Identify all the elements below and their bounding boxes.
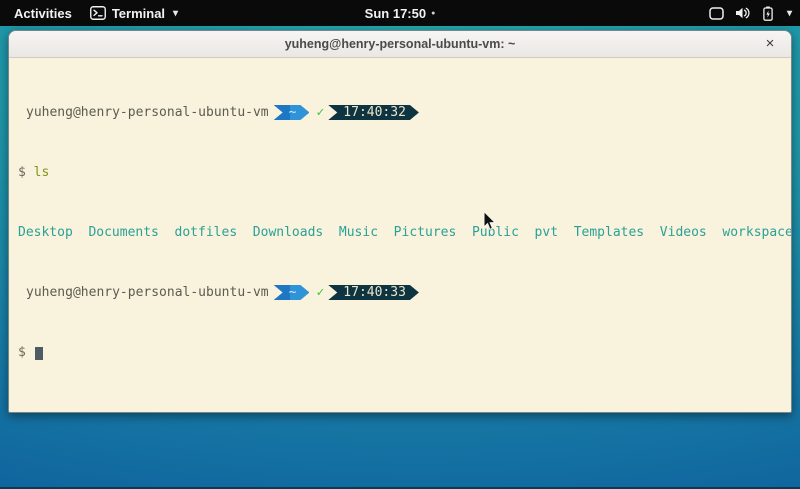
prompt-line: yuheng@henry-personal-ubuntu-vm ~ ✓ 17:40:3…	[18, 285, 791, 300]
powerline-time-segment: 17:40:33	[328, 285, 419, 300]
app-menu-label: Terminal	[112, 6, 165, 21]
desktop: { "panel": { "activities": "Activities",…	[0, 0, 800, 489]
prompt-symbol: $	[18, 165, 26, 180]
prompt-line: yuheng@henry-personal-ubuntu-vm ~ ✓ 17:40:3…	[18, 105, 791, 120]
top-panel: Activities Terminal ▾ Sun 17:50 ●	[0, 0, 800, 26]
close-button[interactable]: ×	[759, 31, 781, 57]
command-line: $ ls	[18, 165, 791, 180]
battery-charging-icon	[763, 6, 773, 21]
panel-left: Activities Terminal ▾	[10, 6, 178, 21]
activities-button[interactable]: Activities	[10, 6, 76, 21]
command-text: ls	[34, 165, 50, 180]
window-title: yuheng@henry-personal-ubuntu-vm: ~	[9, 31, 791, 58]
terminal-icon	[90, 6, 106, 20]
system-status-area[interactable]: ▾	[709, 0, 792, 26]
prompt-user: yuheng@henry-personal-ubuntu-vm	[18, 105, 269, 120]
status-check-icon: ✓	[316, 105, 324, 120]
prompt-user: yuheng@henry-personal-ubuntu-vm	[18, 285, 269, 300]
terminal-window: yuheng@henry-personal-ubuntu-vm: ~ × yuh…	[8, 30, 792, 413]
clock-button[interactable]: Sun 17:50 ●	[365, 6, 436, 21]
chevron-down-icon: ▾	[173, 8, 178, 19]
display-icon	[709, 7, 724, 20]
volume-icon	[736, 7, 751, 19]
status-check-icon: ✓	[316, 285, 324, 300]
app-menu-terminal[interactable]: Terminal ▾	[90, 6, 178, 21]
media-indicator-dot-icon: ●	[431, 10, 435, 17]
text-cursor	[35, 347, 43, 360]
ls-output: Desktop Documents dotfiles Downloads Mus…	[18, 225, 791, 240]
powerline-path-segment: ~	[274, 285, 310, 300]
prompt-symbol: $	[18, 345, 26, 360]
window-titlebar[interactable]: yuheng@henry-personal-ubuntu-vm: ~ ×	[9, 31, 791, 58]
powerline-time-segment: 17:40:32	[328, 105, 419, 120]
powerline-path-segment: ~	[274, 105, 310, 120]
clock-label: Sun 17:50	[365, 6, 426, 21]
mouse-pointer-icon	[483, 211, 497, 236]
chevron-down-icon: ▾	[787, 8, 792, 19]
terminal-content[interactable]: yuheng@henry-personal-ubuntu-vm ~ ✓ 17:40:3…	[9, 58, 791, 390]
input-line[interactable]: $	[18, 345, 791, 360]
